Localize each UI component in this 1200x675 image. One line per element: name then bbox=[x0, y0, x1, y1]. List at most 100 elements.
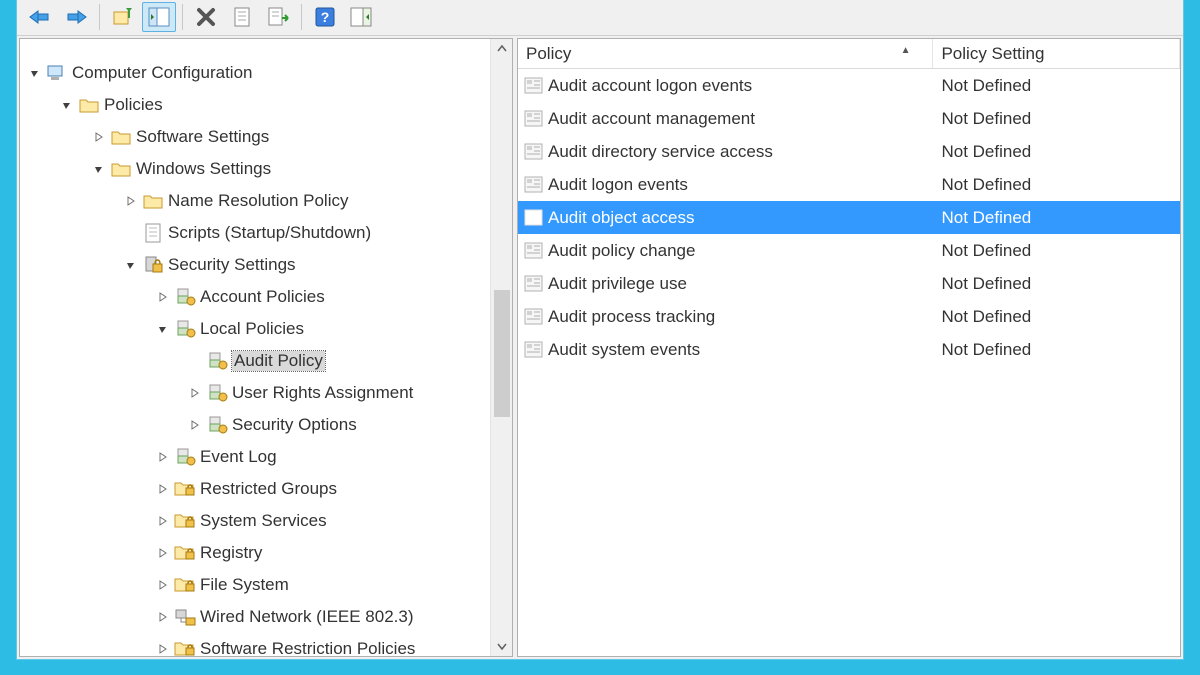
details-pane: Policy▲Policy Setting Audit account logo… bbox=[517, 38, 1181, 657]
policy-item-icon bbox=[524, 209, 544, 227]
expand-arrow[interactable] bbox=[154, 512, 172, 530]
expand-arrow[interactable] bbox=[154, 608, 172, 626]
expand-arrow[interactable] bbox=[154, 480, 172, 498]
tree-item-label: Security Settings bbox=[168, 255, 296, 275]
expand-arrow[interactable] bbox=[154, 320, 172, 338]
policy-setting: Not Defined bbox=[941, 76, 1031, 95]
scroll-down-button[interactable] bbox=[491, 636, 512, 656]
tree-item[interactable]: Scripts (Startup/Shutdown) bbox=[20, 217, 488, 249]
up-button[interactable] bbox=[106, 2, 140, 32]
tree-item[interactable]: Local Policies bbox=[20, 313, 488, 345]
policy-name: Audit logon events bbox=[548, 175, 688, 195]
expand-arrow[interactable] bbox=[122, 256, 140, 274]
tree-secfold-icon bbox=[174, 639, 196, 656]
policy-row[interactable]: Audit directory service access Not Define… bbox=[518, 135, 1180, 168]
tree-item[interactable]: Software Settings bbox=[20, 121, 488, 153]
scroll-up-button[interactable] bbox=[491, 39, 512, 59]
policy-item-icon bbox=[524, 242, 544, 260]
tree-secitem-icon bbox=[206, 415, 228, 435]
expand-arrow[interactable] bbox=[186, 416, 204, 434]
tree-secitem-icon bbox=[206, 351, 228, 371]
list-header: Policy▲Policy Setting bbox=[518, 39, 1180, 69]
expand-arrow bbox=[186, 352, 204, 370]
delete-button[interactable] bbox=[189, 2, 223, 32]
scroll-thumb[interactable] bbox=[494, 290, 510, 417]
tree-item[interactable]: Wired Network (IEEE 802.3) bbox=[20, 601, 488, 633]
expand-arrow[interactable] bbox=[154, 576, 172, 594]
toolbar-separator bbox=[301, 4, 302, 30]
policy-column-header[interactable]: Policy▲ bbox=[518, 39, 933, 68]
toolbar-separator bbox=[99, 4, 100, 30]
show-hide-tree-button[interactable] bbox=[142, 2, 176, 32]
policy-item-icon bbox=[524, 77, 544, 95]
tree-item-label: System Services bbox=[200, 511, 327, 531]
tree-item[interactable]: Audit Policy bbox=[20, 345, 488, 377]
action-pane-button[interactable] bbox=[344, 2, 378, 32]
policy-name: Audit process tracking bbox=[548, 307, 715, 327]
help-button[interactable]: ? bbox=[308, 2, 342, 32]
tree-item[interactable]: Registry bbox=[20, 537, 488, 569]
tree-item[interactable]: Windows Settings bbox=[20, 153, 488, 185]
console-tree-pane: Computer ConfigurationPoliciesSoftware S… bbox=[19, 38, 513, 657]
forward-button[interactable] bbox=[59, 2, 93, 32]
policy-row[interactable]: Audit policy changeNot Defined bbox=[518, 234, 1180, 267]
tree-item[interactable]: Restricted Groups bbox=[20, 473, 488, 505]
policy-item-icon bbox=[524, 308, 544, 326]
policy-setting: Not Defined bbox=[941, 175, 1031, 194]
expand-arrow[interactable] bbox=[154, 448, 172, 466]
tree-item-label: Name Resolution Policy bbox=[168, 191, 348, 211]
tree-item[interactable]: Account Policies bbox=[20, 281, 488, 313]
expand-arrow[interactable] bbox=[154, 640, 172, 656]
tree-item[interactable]: Policies bbox=[20, 89, 488, 121]
sort-ascending-icon: ▲ bbox=[901, 45, 911, 56]
tree-item[interactable]: Security Options bbox=[20, 409, 488, 441]
export-list-button[interactable] bbox=[261, 2, 295, 32]
tree-item[interactable]: Computer Configuration bbox=[20, 57, 488, 89]
policy-row[interactable]: Audit process trackingNot Defined bbox=[518, 300, 1180, 333]
policy-row[interactable]: Audit system eventsNot Defined bbox=[518, 333, 1180, 366]
policy-name: Audit policy change bbox=[548, 241, 695, 261]
back-button[interactable] bbox=[23, 2, 57, 32]
expand-arrow[interactable] bbox=[26, 64, 44, 82]
policy-row[interactable]: Audit account managementNot Defined bbox=[518, 102, 1180, 135]
expand-arrow[interactable] bbox=[122, 192, 140, 210]
tree-item[interactable]: Name Resolution Policy bbox=[20, 185, 488, 217]
expand-arrow[interactable] bbox=[154, 288, 172, 306]
tree-item[interactable]: Security Settings bbox=[20, 249, 488, 281]
policy-row[interactable]: Audit account logon eventsNot Defined bbox=[518, 69, 1180, 102]
policy-name: Audit directory service access bbox=[548, 142, 773, 162]
tree-item-label: Event Log bbox=[200, 447, 277, 467]
tree-item[interactable]: System Services bbox=[20, 505, 488, 537]
tree-folder-icon bbox=[142, 191, 164, 211]
policy-row[interactable]: Audit logon events Not Defined bbox=[518, 168, 1180, 201]
tree-item-label: Scripts (Startup/Shutdown) bbox=[168, 223, 371, 243]
expand-arrow[interactable] bbox=[90, 160, 108, 178]
policy-name: Audit object access bbox=[548, 208, 694, 228]
properties-button[interactable] bbox=[225, 2, 259, 32]
policy-row[interactable]: Audit object accessNot Defined bbox=[518, 201, 1180, 234]
tree-item-label: Restricted Groups bbox=[200, 479, 337, 499]
policy-list[interactable]: Audit account logon eventsNot DefinedAud… bbox=[518, 69, 1180, 656]
tree-item[interactable]: User Rights Assignment bbox=[20, 377, 488, 409]
policy-name: Audit system events bbox=[548, 340, 700, 360]
policy-name: Audit account management bbox=[548, 109, 755, 129]
policy-row[interactable]: Audit privilege useNot Defined bbox=[518, 267, 1180, 300]
console-tree[interactable]: Computer ConfigurationPoliciesSoftware S… bbox=[20, 57, 488, 656]
tree-secitem-icon bbox=[174, 319, 196, 339]
tree-scrollbar[interactable] bbox=[490, 39, 512, 656]
expand-arrow[interactable] bbox=[154, 544, 172, 562]
expand-arrow[interactable] bbox=[58, 96, 76, 114]
svg-text:?: ? bbox=[321, 9, 330, 25]
expand-arrow[interactable] bbox=[90, 128, 108, 146]
tree-item-label: Account Policies bbox=[200, 287, 325, 307]
tree-item-label: File System bbox=[200, 575, 289, 595]
tree-item[interactable]: Software Restriction Policies bbox=[20, 633, 488, 656]
tree-item[interactable]: File System bbox=[20, 569, 488, 601]
tree-item-label: Registry bbox=[200, 543, 262, 563]
expand-arrow[interactable] bbox=[186, 384, 204, 402]
policy-setting: Not Defined bbox=[941, 274, 1031, 293]
tree-item[interactable]: Event Log bbox=[20, 441, 488, 473]
policy-setting: Not Defined bbox=[941, 142, 1031, 161]
policy-setting-column-header[interactable]: Policy Setting bbox=[933, 39, 1180, 68]
tree-folder-icon bbox=[78, 95, 100, 115]
